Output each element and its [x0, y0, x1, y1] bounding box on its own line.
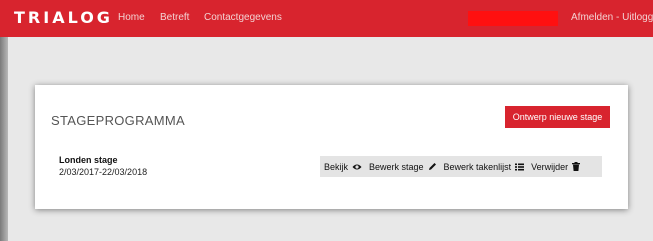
redacted-username — [468, 11, 558, 26]
pencil-icon — [428, 162, 437, 171]
logout-link[interactable]: Afmelden - Uitlogge — [571, 12, 653, 23]
nav-betreft-link[interactable]: Betreft — [160, 12, 189, 23]
window-edge — [0, 37, 8, 241]
view-label: Bekijk — [324, 161, 349, 172]
stage-dates: 2/03/2017-22/03/2018 — [59, 167, 148, 177]
design-new-stage-button[interactable]: Ontwerp nieuwe stage — [505, 106, 610, 128]
stage-program-card: STAGEPROGRAMMA Ontwerp nieuwe stage Lond… — [35, 85, 628, 209]
eye-icon — [352, 163, 362, 171]
nav-contact-link[interactable]: Contactgegevens — [204, 12, 282, 23]
trialog-logo[interactable]: TRIALOG — [14, 8, 113, 27]
stage-name: Londen stage — [59, 155, 118, 165]
card-title: STAGEPROGRAMMA — [51, 113, 185, 128]
list-icon — [515, 163, 525, 171]
view-stage-action[interactable]: Bekijk — [324, 162, 362, 172]
delete-stage-action[interactable]: Verwijder — [531, 161, 581, 172]
stage-actions-bar: Bekijk Bewerk stage Bewerk takenlijst Ve… — [320, 156, 602, 177]
top-navbar: TRIALOG Home Betreft Contactgegevens Afm… — [0, 0, 653, 37]
nav-home-link[interactable]: Home — [118, 12, 145, 23]
edit-stage-action[interactable]: Bewerk stage — [369, 162, 437, 172]
edit-tasklist-label: Bewerk takenlijst — [443, 161, 512, 172]
trash-icon — [572, 162, 581, 171]
edit-stage-label: Bewerk stage — [369, 161, 424, 172]
delete-label: Verwijder — [531, 161, 569, 172]
edit-tasklist-action[interactable]: Bewerk takenlijst — [444, 162, 525, 172]
